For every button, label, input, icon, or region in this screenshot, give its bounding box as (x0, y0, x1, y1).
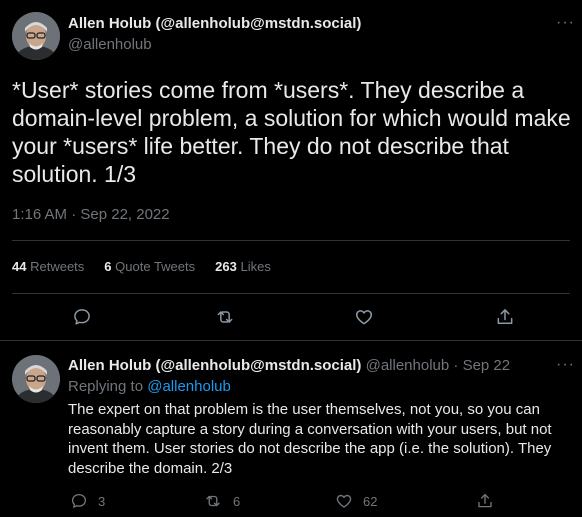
retweet-icon (206, 495, 220, 507)
share-icon[interactable] (491, 303, 519, 331)
tweet-timestamp[interactable]: 1:16 AM · Sep 22, 2022 (12, 206, 170, 223)
avatar[interactable] (12, 12, 60, 60)
author-handle[interactable]: @allenholub (366, 357, 450, 374)
reply-header: Allen Holub (@allenholub@mstdn.social) @… (68, 357, 510, 374)
reply-button[interactable]: 3 (70, 492, 105, 510)
replying-to-label: Replying to (68, 378, 144, 395)
author-handle[interactable]: @allenholub (68, 36, 152, 53)
retweet-count: 6 (233, 493, 241, 509)
author-name[interactable]: Allen Holub (@allenholub@mstdn.social) (68, 15, 361, 32)
tweet-date[interactable]: Sep 22 (463, 357, 511, 374)
reply-text: The expert on that problem is the user t… (68, 401, 552, 477)
avatar[interactable] (12, 355, 60, 403)
like-button[interactable]: 62 (335, 492, 377, 510)
reply-icon[interactable] (68, 303, 96, 331)
share-button[interactable] (476, 492, 494, 510)
tweet-stats: 44 Retweets 6 Quote Tweets 263 Likes (12, 259, 271, 274)
quote-tweets-stat[interactable]: 6 Quote Tweets (104, 259, 195, 274)
retweet-icon[interactable] (211, 303, 239, 331)
divider (12, 240, 570, 241)
retweets-stat[interactable]: 44 Retweets (12, 259, 84, 274)
tweet-text: *User* stories come from *users*. They d… (12, 77, 571, 187)
author-name[interactable]: Allen Holub (@allenholub@mstdn.social) (68, 357, 361, 374)
more-options-icon[interactable]: ··· (556, 14, 575, 32)
divider (0, 340, 582, 341)
divider (12, 293, 570, 294)
replying-to: Replying to @allenholub (68, 378, 231, 395)
like-icon[interactable] (350, 303, 378, 331)
more-options-icon[interactable]: ··· (556, 356, 575, 374)
reply-count: 3 (98, 493, 106, 509)
share-icon (478, 493, 492, 508)
separator: · (453, 357, 459, 374)
retweet-button[interactable]: 6 (203, 492, 240, 510)
replying-to-link[interactable]: @allenholub (147, 378, 231, 395)
reply-icon (71, 493, 87, 508)
likes-stat[interactable]: 263 Likes (215, 259, 271, 274)
like-icon (336, 494, 352, 508)
like-count: 62 (363, 493, 378, 509)
